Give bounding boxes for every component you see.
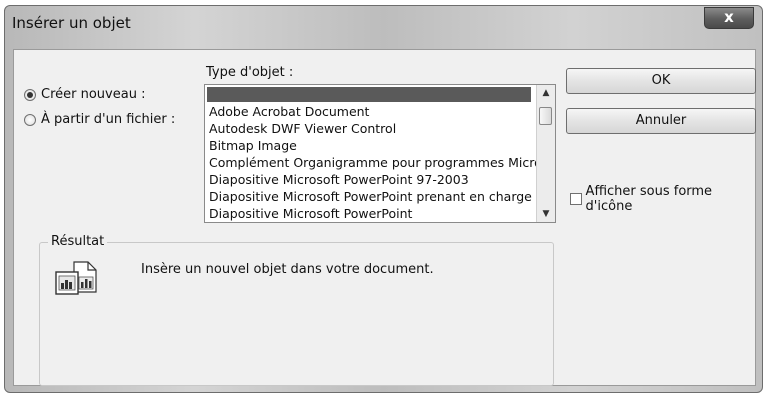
list-scrollbar[interactable]: ▲ ▼ <box>536 85 555 222</box>
display-as-icon-label: Afficher sous forme d'icône <box>585 184 713 214</box>
list-item[interactable]: Adobe Acrobat Document <box>209 103 369 120</box>
object-type-label: Type d'objet : <box>206 65 294 80</box>
radio-create-new-indicator[interactable] <box>24 88 36 101</box>
radio-from-file-label: À partir d'un fichier : <box>41 112 176 127</box>
list-item[interactable]: Complément Organigramme pour programmes … <box>209 154 542 171</box>
display-as-icon-checkbox[interactable]: Afficher sous forme d'icône <box>570 184 755 214</box>
dialog-title: Insérer un objet <box>12 14 131 32</box>
list-item[interactable]: Bitmap Image <box>209 137 297 154</box>
title-bar[interactable]: Insérer un objet x <box>5 6 762 46</box>
result-label: Résultat <box>48 234 108 249</box>
close-button[interactable]: x <box>704 7 754 29</box>
insert-object-icon <box>54 260 98 306</box>
dialog-body: Créer nouveau : À partir d'un fichier : … <box>13 49 756 386</box>
list-item[interactable]: Diapositive Microsoft PowerPoint 97-2003 <box>209 171 469 188</box>
radio-from-file[interactable]: À partir d'un fichier : <box>24 112 175 127</box>
radio-create-new-label: Créer nouveau : <box>41 87 146 102</box>
list-item[interactable]: Diapositive Microsoft PowerPoint <box>209 205 412 222</box>
cancel-button[interactable]: Annuler <box>566 108 756 134</box>
result-description: Insère un nouvel objet dans votre docume… <box>141 262 434 277</box>
list-item[interactable]: Autodesk DWF Viewer Control <box>209 120 396 137</box>
list-selected-row[interactable] <box>207 87 531 102</box>
scroll-down-icon[interactable]: ▼ <box>537 206 555 222</box>
ok-button[interactable]: OK <box>566 68 756 94</box>
object-type-list[interactable]: Adobe Acrobat Document Autodesk DWF View… <box>204 84 556 223</box>
radio-create-new[interactable]: Créer nouveau : <box>24 87 145 102</box>
insert-object-dialog: Insérer un objet x Créer nouveau : À par… <box>4 5 763 393</box>
scroll-thumb[interactable] <box>539 107 552 125</box>
display-as-icon-box[interactable] <box>570 193 582 205</box>
radio-from-file-indicator[interactable] <box>24 113 36 126</box>
list-item[interactable]: Diapositive Microsoft PowerPoint prenant… <box>209 188 532 205</box>
scroll-up-icon[interactable]: ▲ <box>537 85 555 101</box>
